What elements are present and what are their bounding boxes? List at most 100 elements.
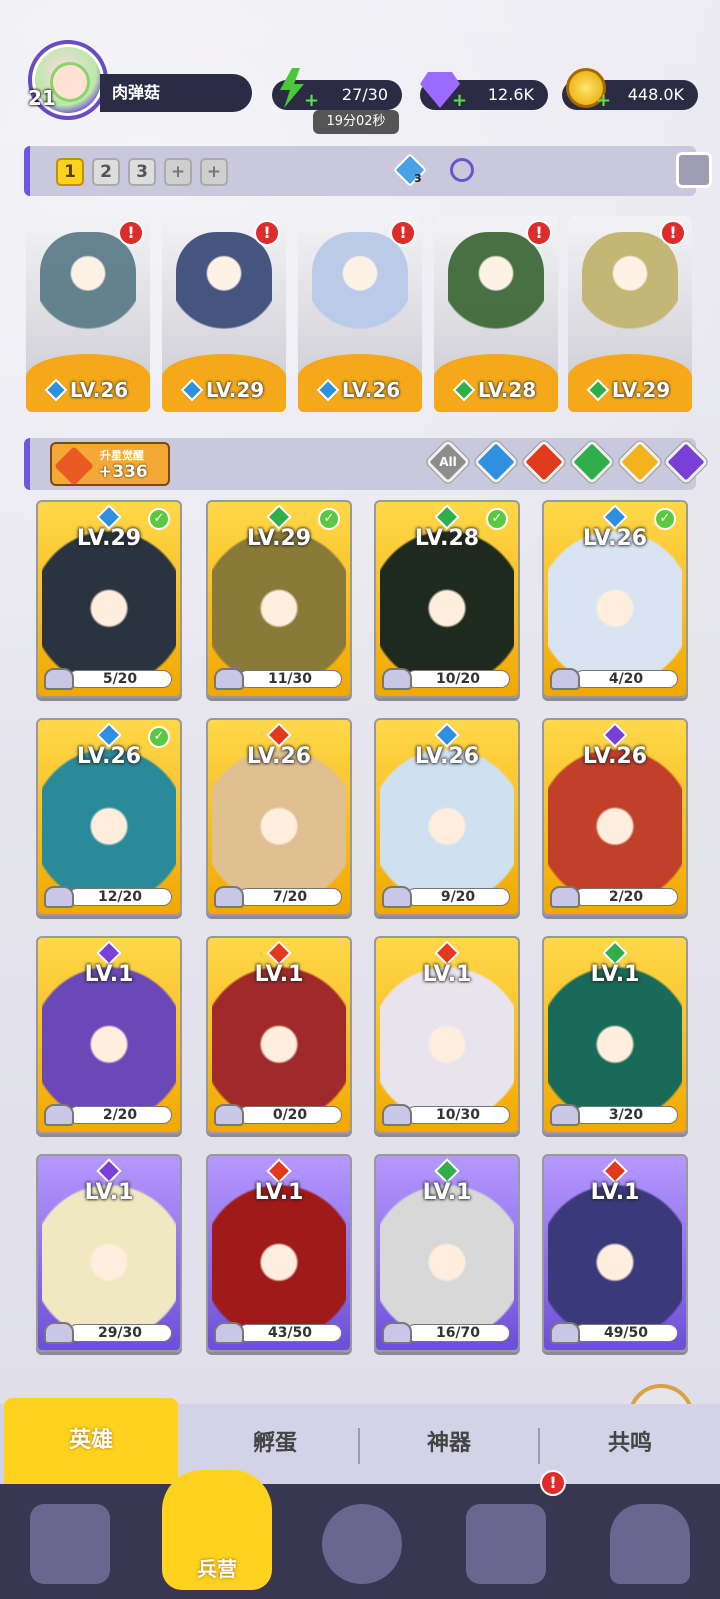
shard-icon bbox=[44, 1104, 74, 1126]
check-icon: ✓ bbox=[654, 508, 676, 530]
hero-level-text: LV.26 bbox=[69, 378, 129, 402]
sub-tab-bar: 英雄 孵蛋 神器 共鸣 bbox=[0, 1398, 720, 1484]
player-name-bar[interactable]: 肉弹菇 bbox=[100, 74, 252, 112]
nav-barracks[interactable]: 兵营 bbox=[162, 1470, 272, 1590]
shard-icon bbox=[382, 668, 412, 690]
hero-card[interactable]: LV.29 ✓ 11/30 bbox=[206, 500, 352, 698]
shard-progress: 2/20 bbox=[574, 888, 678, 906]
hero-level-text: LV.29 bbox=[611, 378, 671, 402]
shard-progress: 10/20 bbox=[406, 670, 510, 688]
gold-plus-icon[interactable]: + bbox=[596, 92, 611, 110]
hero-level: LV.26 bbox=[582, 744, 648, 769]
hero-card[interactable]: LV.1 16/70 bbox=[374, 1154, 520, 1352]
hero-level: LV.1 bbox=[254, 962, 304, 987]
team-hero-card[interactable]: LV.26 ! bbox=[298, 216, 422, 412]
shard-progress: 7/20 bbox=[238, 888, 342, 906]
awaken-button[interactable]: 升星觉醒 +336 bbox=[50, 442, 170, 486]
hero-card[interactable]: LV.26 7/20 bbox=[206, 718, 352, 916]
hero-card[interactable]: LV.1 29/30 bbox=[36, 1154, 182, 1352]
hero-card[interactable]: LV.1 3/20 bbox=[542, 936, 688, 1134]
player-level: 21 bbox=[28, 86, 56, 110]
hero-level: LV.1 bbox=[84, 1180, 134, 1205]
alert-badge: ! bbox=[254, 220, 280, 246]
hero-card[interactable]: LV.1 2/20 bbox=[36, 936, 182, 1134]
shard-icon bbox=[550, 886, 580, 908]
hero-level-text: LV.26 bbox=[341, 378, 401, 402]
shard-icon bbox=[382, 1104, 412, 1126]
nav-temple-icon[interactable] bbox=[466, 1504, 546, 1584]
team-hero-card[interactable]: LV.29 ! bbox=[568, 216, 692, 412]
hero-level: LV.29 bbox=[162, 378, 286, 402]
nav-mushroom-icon[interactable] bbox=[610, 1504, 690, 1584]
check-icon: ✓ bbox=[318, 508, 340, 530]
shard-progress: 43/50 bbox=[238, 1324, 342, 1342]
shard-icon bbox=[382, 886, 412, 908]
filter-fire-icon[interactable] bbox=[521, 439, 567, 485]
tab-artifacts[interactable]: 神器 bbox=[360, 1404, 538, 1484]
shard-progress: 49/50 bbox=[574, 1324, 678, 1342]
gem-plus-icon[interactable]: + bbox=[452, 92, 467, 110]
team-tab-2[interactable]: 2 bbox=[92, 158, 120, 186]
diamond-count: 3 bbox=[414, 172, 422, 185]
shard-progress: 9/20 bbox=[406, 888, 510, 906]
shard-icon bbox=[44, 1322, 74, 1344]
energy-plus-icon[interactable]: + bbox=[304, 92, 319, 110]
energy-timer: 19分02秒 bbox=[313, 110, 399, 134]
team-add-button-1[interactable]: + bbox=[164, 158, 192, 186]
nav-barracks-label: 兵营 bbox=[197, 1557, 237, 1581]
hero-card[interactable]: LV.29 ✓ 5/20 bbox=[36, 500, 182, 698]
water-diamond-icon bbox=[393, 153, 427, 187]
search-icon[interactable] bbox=[450, 158, 474, 182]
shard-progress: 2/20 bbox=[68, 1106, 172, 1124]
hero-card[interactable]: LV.1 0/20 bbox=[206, 936, 352, 1134]
filter-nature-icon[interactable] bbox=[569, 439, 615, 485]
team-hero-card[interactable]: LV.28 ! bbox=[434, 216, 558, 412]
hero-level: LV.26 bbox=[298, 378, 422, 402]
hero-card[interactable]: LV.26 ✓ 4/20 bbox=[542, 500, 688, 698]
hero-card[interactable]: LV.1 10/30 bbox=[374, 936, 520, 1134]
shard-progress: 12/20 bbox=[68, 888, 172, 906]
hero-card[interactable]: LV.26 9/20 bbox=[374, 718, 520, 916]
hero-card[interactable]: LV.28 ✓ 10/20 bbox=[374, 500, 520, 698]
tab-heroes[interactable]: 英雄 bbox=[4, 1398, 178, 1484]
bottom-nav: 兵营 ! bbox=[0, 1470, 720, 1599]
shard-progress: 5/20 bbox=[68, 670, 172, 688]
filter-light-icon[interactable] bbox=[617, 439, 663, 485]
hero-level: LV.26 bbox=[246, 744, 312, 769]
team-hero-card[interactable]: LV.26 ! bbox=[26, 216, 150, 412]
nature-element-icon bbox=[452, 378, 476, 402]
team-hero-card[interactable]: LV.29 ! bbox=[162, 216, 286, 412]
shard-progress: 11/30 bbox=[238, 670, 342, 688]
hero-portrait bbox=[582, 232, 678, 350]
tab-resonance[interactable]: 共鸣 bbox=[540, 1404, 720, 1484]
hero-card[interactable]: LV.26 ✓ 12/20 bbox=[36, 718, 182, 916]
share-icon[interactable] bbox=[676, 152, 712, 188]
hero-level: LV.1 bbox=[422, 962, 472, 987]
nav-cards-icon[interactable] bbox=[30, 1504, 110, 1584]
alert-badge: ! bbox=[390, 220, 416, 246]
nature-element-icon bbox=[586, 378, 610, 402]
hero-portrait bbox=[448, 232, 544, 350]
water-element-icon bbox=[316, 378, 340, 402]
hero-card[interactable]: LV.26 2/20 bbox=[542, 718, 688, 916]
team-tab-1[interactable]: 1 bbox=[56, 158, 84, 186]
filter-all-button[interactable]: All bbox=[425, 439, 471, 485]
hero-card[interactable]: LV.1 49/50 bbox=[542, 1154, 688, 1352]
sword-icon bbox=[54, 446, 94, 486]
nav-alert-badge: ! bbox=[540, 1470, 566, 1496]
shard-icon bbox=[44, 886, 74, 908]
team-tab-3[interactable]: 3 bbox=[128, 158, 156, 186]
filter-water-icon[interactable] bbox=[473, 439, 519, 485]
team-add-button-2[interactable]: + bbox=[200, 158, 228, 186]
awaken-value: +336 bbox=[98, 462, 148, 482]
hero-level: LV.29 bbox=[568, 378, 692, 402]
hero-level: LV.26 bbox=[26, 378, 150, 402]
nav-map-icon[interactable] bbox=[322, 1504, 402, 1584]
shard-progress: 16/70 bbox=[406, 1324, 510, 1342]
hero-card[interactable]: LV.1 43/50 bbox=[206, 1154, 352, 1352]
hero-portrait bbox=[40, 232, 136, 350]
hero-portrait bbox=[176, 232, 272, 350]
shard-icon bbox=[550, 668, 580, 690]
check-icon: ✓ bbox=[148, 726, 170, 748]
hero-level-text: LV.29 bbox=[205, 378, 265, 402]
